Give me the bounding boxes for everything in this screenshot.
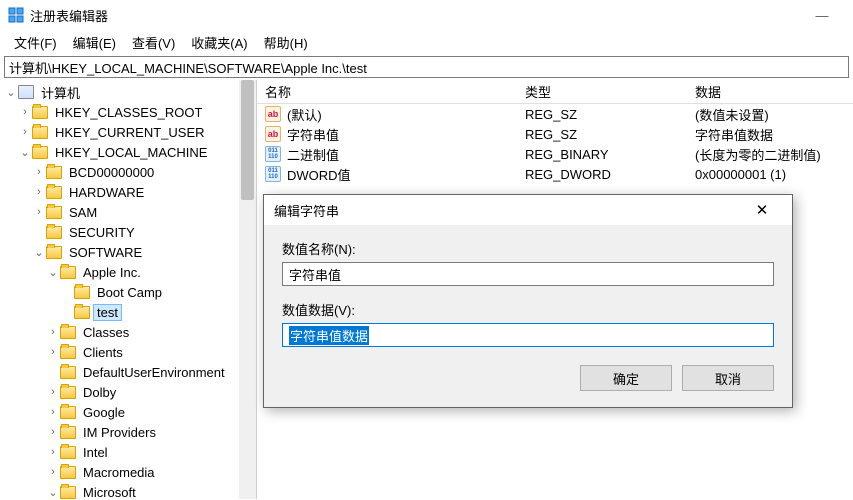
folder-icon <box>74 286 90 299</box>
tree-test[interactable]: ›test <box>4 302 256 322</box>
tree-pane[interactable]: ⌄计算机 ›HKEY_CLASSES_ROOT ›HKEY_CURRENT_US… <box>0 80 257 499</box>
list-row[interactable]: 011110DWORD值 REG_DWORD 0x00000001 (1) <box>257 164 853 184</box>
tree-scroll-thumb[interactable] <box>241 80 254 200</box>
tree-root[interactable]: ⌄计算机 <box>4 82 256 102</box>
tree-bootcamp[interactable]: ›Boot Camp <box>4 282 256 302</box>
menu-edit[interactable]: 编辑(E) <box>65 31 124 54</box>
menu-view[interactable]: 查看(V) <box>124 31 183 54</box>
string-value-icon: ab <box>265 106 281 122</box>
folder-icon <box>60 406 76 419</box>
menu-favorites[interactable]: 收藏夹(A) <box>183 31 255 54</box>
col-header-type[interactable]: 类型 <box>517 80 687 103</box>
value-data-input[interactable]: 字符串值数据 <box>282 323 774 347</box>
dialog-titlebar[interactable]: 编辑字符串 ✕ <box>264 195 792 225</box>
tree-scrollbar[interactable] <box>239 80 256 499</box>
col-header-name[interactable]: 名称 <box>257 80 517 103</box>
value-name-input[interactable]: 字符串值 <box>282 262 774 286</box>
tree-sam[interactable]: ›SAM <box>4 202 256 222</box>
folder-icon <box>46 186 62 199</box>
string-value-icon: ab <box>265 126 281 142</box>
dialog-body: 数值名称(N): 字符串值 数值数据(V): 字符串值数据 确定 取消 <box>264 225 792 407</box>
titlebar: 注册表编辑器 — <box>0 0 853 30</box>
tree-clients[interactable]: ›Clients <box>4 342 256 362</box>
folder-icon <box>60 346 76 359</box>
folder-icon <box>46 246 62 259</box>
folder-icon <box>46 166 62 179</box>
address-text: 计算机\HKEY_LOCAL_MACHINE\SOFTWARE\Apple In… <box>9 58 367 77</box>
menu-help[interactable]: 帮助(H) <box>256 31 316 54</box>
dialog-title-text: 编辑字符串 <box>274 201 742 220</box>
menubar: 文件(F) 编辑(E) 查看(V) 收藏夹(A) 帮助(H) <box>0 30 853 54</box>
folder-icon <box>74 306 90 319</box>
binary-value-icon: 011110 <box>265 146 281 162</box>
folder-icon <box>60 446 76 459</box>
folder-icon <box>60 386 76 399</box>
window-title: 注册表编辑器 <box>30 6 799 25</box>
tree-improviders[interactable]: ›IM Providers <box>4 422 256 442</box>
folder-icon <box>60 466 76 479</box>
list-row[interactable]: 011110二进制值 REG_BINARY (长度为零的二进制值) <box>257 144 853 164</box>
folder-icon <box>60 326 76 339</box>
tree-apple[interactable]: ⌄Apple Inc. <box>4 262 256 282</box>
tree-hardware[interactable]: ›HARDWARE <box>4 182 256 202</box>
binary-value-icon: 011110 <box>265 166 281 182</box>
tree-macromedia[interactable]: ›Macromedia <box>4 462 256 482</box>
list-row[interactable]: ab字符串值 REG_SZ 字符串值数据 <box>257 124 853 144</box>
tree-classes[interactable]: ›Classes <box>4 322 256 342</box>
folder-icon <box>60 486 76 499</box>
tree-security[interactable]: ›SECURITY <box>4 222 256 242</box>
tree-hklm[interactable]: ⌄HKEY_LOCAL_MACHINE <box>4 142 256 162</box>
minimize-button[interactable]: — <box>799 0 845 30</box>
list-row[interactable]: ab(默认) REG_SZ (数值未设置) <box>257 104 853 124</box>
folder-icon <box>46 206 62 219</box>
computer-icon <box>18 85 34 99</box>
ok-button[interactable]: 确定 <box>580 365 672 391</box>
tree-google[interactable]: ›Google <box>4 402 256 422</box>
regedit-icon <box>8 7 24 23</box>
tree-software[interactable]: ⌄SOFTWARE <box>4 242 256 262</box>
folder-icon <box>60 426 76 439</box>
menu-file[interactable]: 文件(F) <box>6 31 65 54</box>
tree-hkcu[interactable]: ›HKEY_CURRENT_USER <box>4 122 256 142</box>
col-header-data[interactable]: 数据 <box>687 80 853 103</box>
value-name-label: 数值名称(N): <box>282 239 774 258</box>
tree-microsoft[interactable]: ⌄Microsoft <box>4 482 256 499</box>
folder-icon <box>32 146 48 159</box>
cancel-button[interactable]: 取消 <box>682 365 774 391</box>
folder-icon <box>32 106 48 119</box>
folder-icon <box>60 366 76 379</box>
address-bar[interactable]: 计算机\HKEY_LOCAL_MACHINE\SOFTWARE\Apple In… <box>4 56 849 78</box>
tree-defaultenv[interactable]: ›DefaultUserEnvironment <box>4 362 256 382</box>
folder-icon <box>60 266 76 279</box>
list-header: 名称 类型 数据 <box>257 80 853 104</box>
tree-intel[interactable]: ›Intel <box>4 442 256 462</box>
tree-hkcr[interactable]: ›HKEY_CLASSES_ROOT <box>4 102 256 122</box>
tree-bcd[interactable]: ›BCD00000000 <box>4 162 256 182</box>
close-button[interactable]: ✕ <box>742 196 782 224</box>
value-data-label: 数值数据(V): <box>282 300 774 319</box>
tree-dolby[interactable]: ›Dolby <box>4 382 256 402</box>
folder-icon <box>32 126 48 139</box>
edit-string-dialog: 编辑字符串 ✕ 数值名称(N): 字符串值 数值数据(V): 字符串值数据 确定… <box>263 194 793 408</box>
folder-icon <box>46 226 62 239</box>
dialog-buttons: 确定 取消 <box>282 365 774 391</box>
